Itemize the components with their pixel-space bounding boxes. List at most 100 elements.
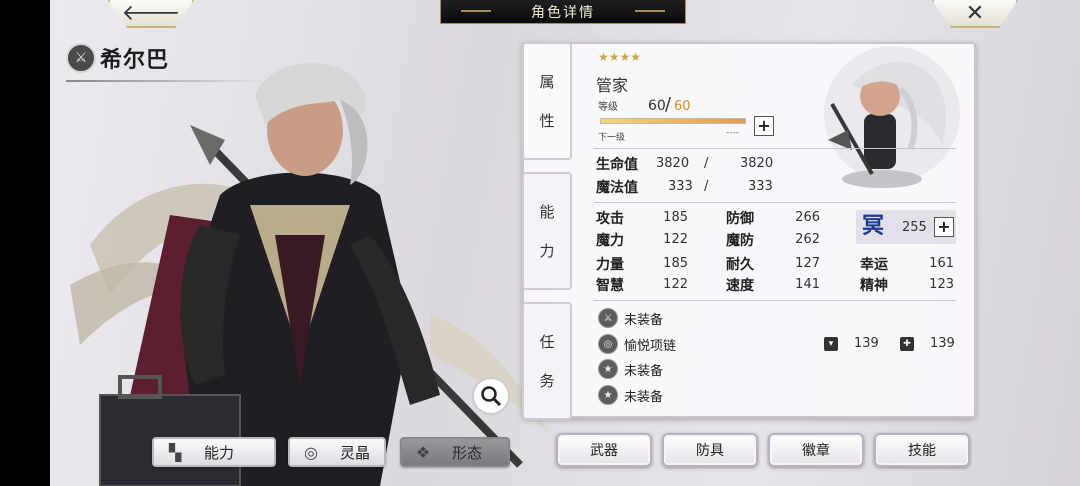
game-screen: 🡐 角色详情 ✕ ⚔ 希尔巴 属 性 能 力 任 务 ★★★★ 管家 等级 60… (0, 0, 1080, 486)
divider (594, 300, 956, 301)
crystal-icon: ◎ (304, 442, 318, 462)
tab-quests-label-1: 任 (539, 333, 555, 351)
level-current: 60 (648, 98, 666, 114)
def-value: 266 (795, 210, 820, 225)
page-title: 角色详情 (531, 4, 595, 21)
str-label: 力量 (596, 257, 624, 273)
star-rating: ★★★★ (598, 50, 642, 64)
tab-quests-label-2: 务 (539, 372, 555, 390)
equip-slot-label: 未装备 (624, 312, 664, 328)
mp-current: 333 (668, 179, 693, 194)
emblem-slot[interactable]: 冥 255 + (856, 210, 956, 244)
magic-defense-icon: ✚ (900, 337, 914, 351)
equip-stat-1: 139 (854, 336, 879, 351)
badge-slot-icon: ★ (598, 385, 618, 405)
character-name: 希尔巴 (100, 48, 170, 73)
next-level-label: 下一级 (598, 133, 626, 143)
magnifier-icon (481, 386, 502, 407)
armor-button[interactable]: 防具 (662, 433, 758, 467)
grid-icon: ▚ (168, 442, 182, 462)
tab-abilities-label-2: 力 (539, 242, 555, 260)
hp-max: 3820 (740, 156, 774, 171)
luk-value: 161 (929, 256, 954, 271)
equip-slot-label: 未装备 (624, 389, 664, 405)
equip-slot-weapon[interactable]: ⚔ 未装备 (598, 308, 663, 328)
tab-abilities[interactable]: 能 力 (522, 172, 572, 290)
skill-button[interactable]: 技能 (874, 433, 970, 467)
divider (594, 202, 956, 203)
character-name-block: ⚔ 希尔巴 (66, 42, 169, 74)
badge-button[interactable]: 徽章 (768, 433, 864, 467)
armor-button-label: 防具 (696, 443, 724, 459)
crystal-button-label: 灵晶 (340, 443, 371, 462)
title-plate: 角色详情 (440, 0, 686, 24)
tab-attributes[interactable]: 属 性 (522, 42, 572, 160)
str-value: 185 (663, 256, 688, 271)
mdef-value: 262 (795, 232, 820, 247)
class-name: 管家 (596, 76, 629, 95)
def-label: 防御 (726, 211, 754, 227)
equip-stat-2: 139 (930, 336, 955, 351)
mp-max: 333 (748, 179, 773, 194)
tab-attributes-label-1: 属 (539, 73, 555, 91)
hp-label: 生命值 (596, 157, 638, 173)
letterbox-left (0, 0, 50, 486)
badge-slot-icon: ★ (598, 359, 618, 379)
form-button-label: 形态 (452, 443, 483, 462)
ability-button-label: 能力 (204, 443, 235, 462)
equip-slot-label: 愉悦项链 (624, 338, 677, 354)
next-level-value: ---- (726, 128, 739, 138)
hp-slash: / (704, 156, 709, 171)
arrow-left-icon: 🡐 (121, 1, 181, 26)
spi-value: 123 (929, 277, 954, 292)
form-icon: ❖ (415, 442, 431, 462)
plus-icon: + (937, 217, 951, 236)
int-value: 122 (663, 277, 688, 292)
level-progress-bar (600, 118, 746, 124)
mag-value: 122 (663, 232, 688, 247)
weapon-button[interactable]: 武器 (556, 433, 652, 467)
ability-button[interactable]: ▚ 能力 (152, 437, 276, 467)
level-up-plus-button[interactable]: + (754, 116, 774, 136)
spd-label: 速度 (726, 278, 754, 294)
detail-panel: 属 性 能 力 任 务 ★★★★ 管家 等级 60 / 60 下一级 ---- … (522, 42, 976, 420)
emblem-glyph: 冥 (861, 214, 884, 239)
tab-attributes-label-2: 性 (539, 112, 555, 130)
mp-slash: / (704, 179, 709, 194)
atk-value: 185 (663, 210, 688, 225)
emblem-plus-button[interactable]: + (934, 217, 954, 237)
skill-button-label: 技能 (908, 443, 936, 459)
equip-slot-badge-2[interactable]: ★ 未装备 (598, 385, 663, 405)
name-underline (66, 80, 266, 82)
close-icon: ✕ (965, 0, 985, 26)
badge-button-label: 徽章 (802, 443, 830, 459)
equip-slot-armor[interactable]: ◎ 愉悦项链 (598, 334, 676, 354)
int-label: 智慧 (596, 278, 624, 294)
tab-quests[interactable]: 任 务 (522, 302, 572, 420)
mag-label: 魔力 (596, 233, 624, 249)
atk-label: 攻击 (596, 211, 624, 227)
equip-slot-label: 未装备 (624, 363, 664, 379)
crystal-button[interactable]: ◎ 灵晶 (288, 437, 386, 467)
mp-label: 魔法值 (596, 180, 638, 196)
weapon-button-label: 武器 (590, 443, 618, 459)
level-max: 60 (674, 99, 691, 114)
level-label: 等级 (598, 102, 618, 113)
chibi-sprite (824, 46, 960, 188)
plus-icon: + (757, 116, 771, 135)
end-label: 耐久 (726, 257, 754, 273)
class-emblem-icon: ⚔ (66, 43, 96, 73)
necklace-icon: ◎ (598, 334, 618, 354)
luk-label: 幸运 (860, 257, 888, 273)
level-slash: / (665, 94, 672, 115)
spd-value: 141 (795, 277, 820, 292)
character-portrait (70, 63, 550, 486)
spi-label: 精神 (860, 278, 888, 294)
defense-icon: ▾ (824, 337, 838, 351)
tab-abilities-label-1: 能 (539, 203, 555, 221)
form-button[interactable]: ❖ 形态 (400, 437, 510, 467)
level-progress-fill (601, 119, 745, 123)
divider (594, 148, 956, 149)
equip-slot-badge-1[interactable]: ★ 未装备 (598, 359, 663, 379)
zoom-button[interactable] (472, 377, 510, 415)
